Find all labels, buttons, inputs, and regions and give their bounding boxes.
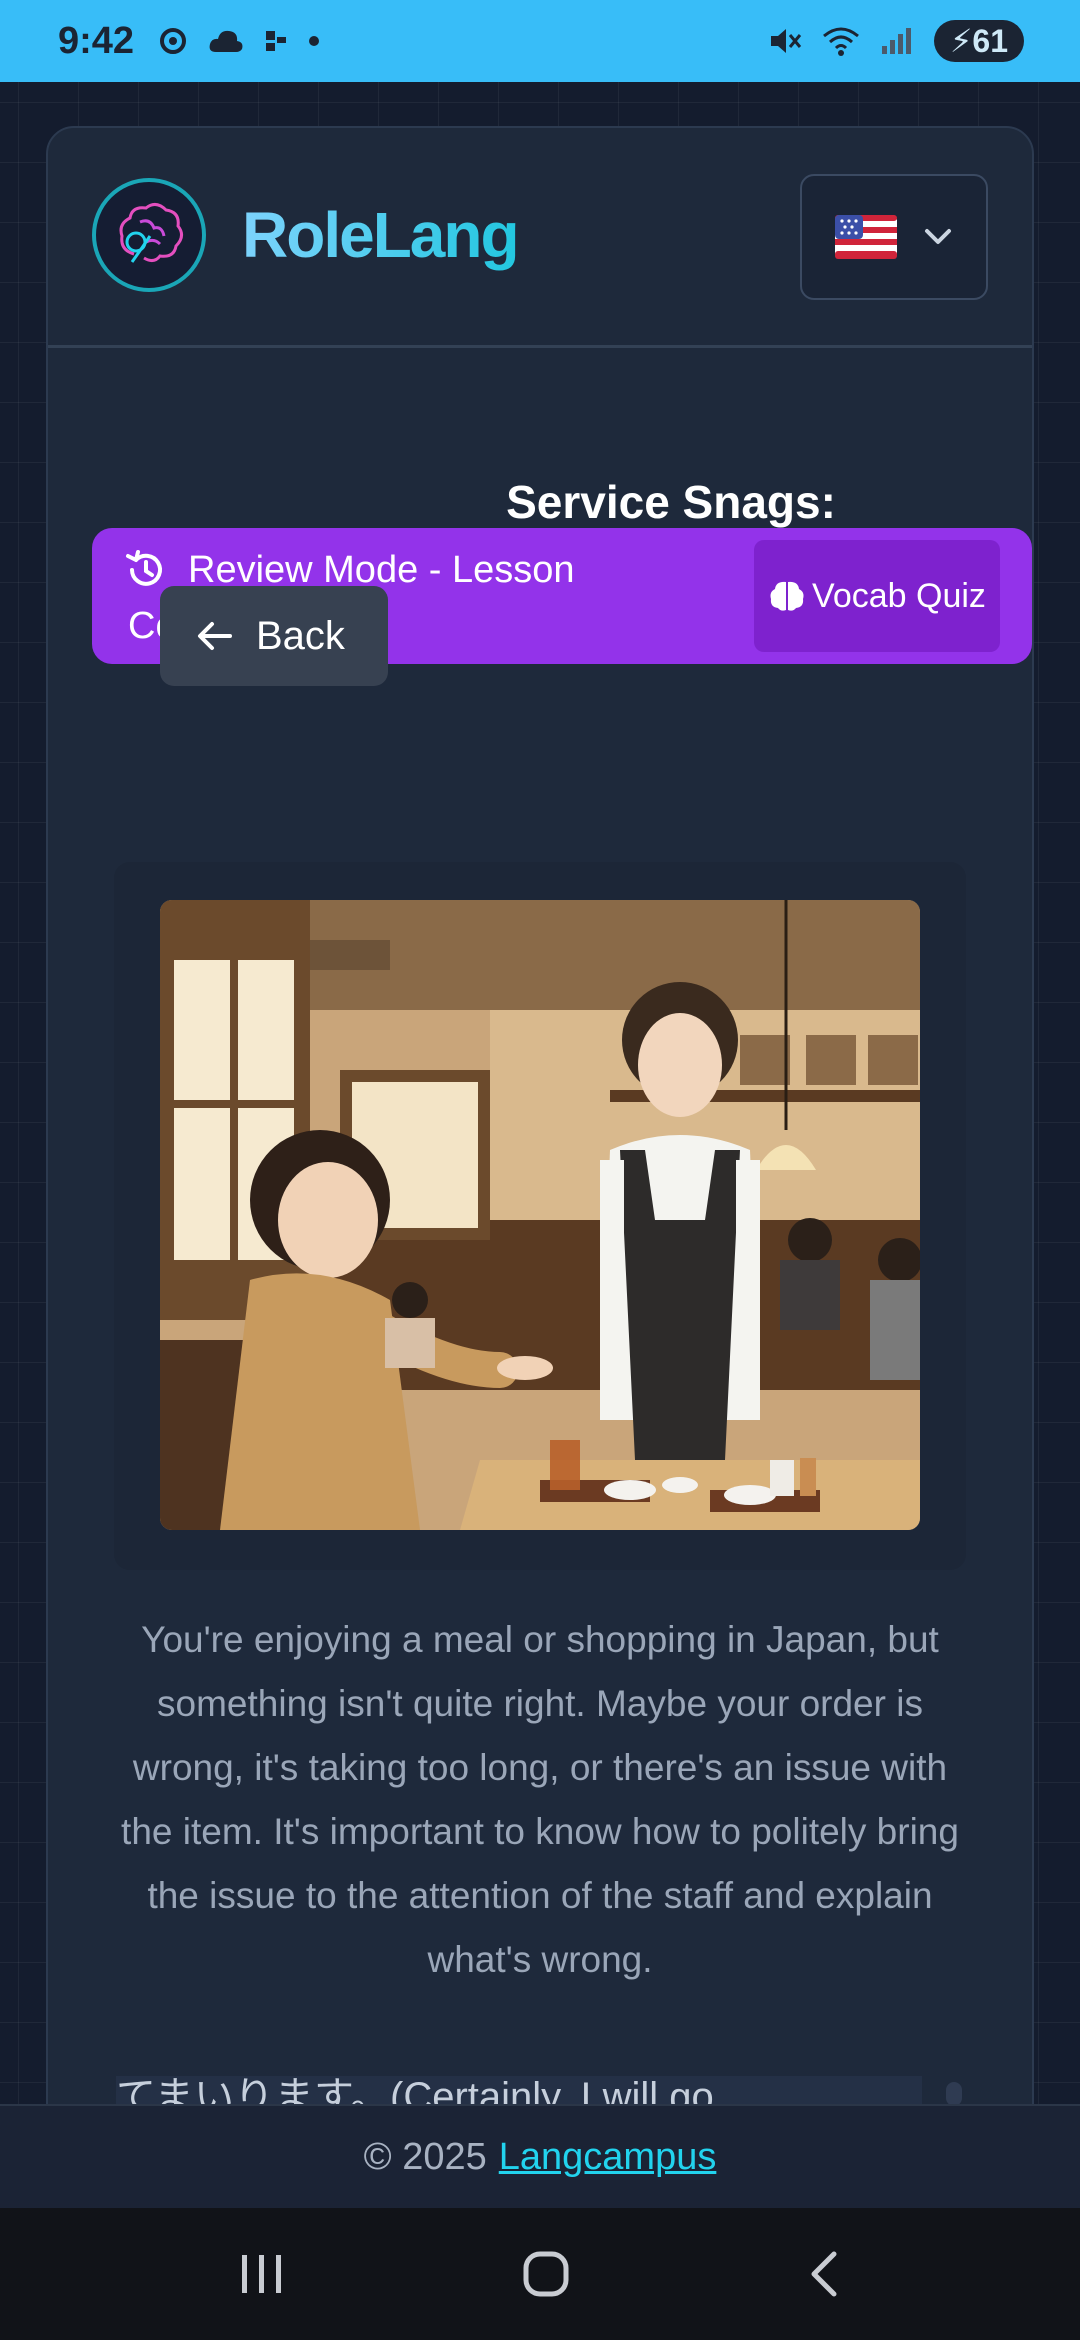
cloud-icon	[209, 30, 243, 52]
back-nav-icon[interactable]	[806, 2249, 842, 2299]
status-bar: 9:42 ⚡ 61	[0, 0, 1080, 82]
scenario-illustration	[160, 900, 920, 1530]
back-button[interactable]: Back	[160, 586, 388, 686]
chevron-down-icon	[925, 229, 951, 244]
copyright-text: © 2025	[363, 2135, 487, 2178]
wifi-icon	[822, 27, 859, 56]
dialogue-preview: てまいります。(Certainly, I will go	[116, 2076, 922, 2106]
restaurant-scene-image	[160, 900, 920, 1530]
dot-icon	[309, 36, 320, 46]
vocab-quiz-label: Vocab Quiz	[812, 577, 986, 615]
dialogue-line: てまいります。(Certainly, I will go	[116, 2076, 714, 2106]
brain-logo-icon	[119, 203, 183, 263]
brain-icon	[770, 581, 804, 611]
battery-indicator: ⚡ 61	[933, 20, 1024, 62]
us-flag-icon	[835, 215, 897, 259]
system-icons: ⚡ 61	[768, 20, 1024, 62]
back-label: Back	[256, 613, 345, 658]
app-header: RoleLang	[48, 128, 1032, 348]
system-navigation-bar	[0, 2208, 1080, 2340]
arrow-left-icon	[198, 622, 232, 650]
signal-icon	[881, 28, 911, 54]
recent-apps-icon[interactable]	[238, 2251, 286, 2297]
scrollbar-thumb[interactable]	[946, 2082, 962, 2106]
vocab-quiz-button[interactable]: Vocab Quiz	[754, 540, 1000, 652]
langcampus-link[interactable]: Langcampus	[499, 2136, 717, 2179]
scenario-description: You're enjoying a meal or shopping in Ja…	[121, 1619, 959, 1980]
app-title: RoleLang	[242, 199, 520, 271]
battery-level: 61	[972, 22, 1008, 59]
app-notification-icon	[266, 31, 287, 51]
notification-icons	[158, 26, 320, 56]
status-time: 9:42	[58, 19, 135, 62]
language-selector[interactable]	[800, 174, 988, 300]
mute-icon	[770, 29, 802, 53]
sync-icon	[160, 28, 187, 54]
page-footer: © 2025 Langcampus	[0, 2104, 1080, 2208]
home-icon[interactable]	[521, 2249, 571, 2299]
app-logo[interactable]	[92, 178, 206, 292]
